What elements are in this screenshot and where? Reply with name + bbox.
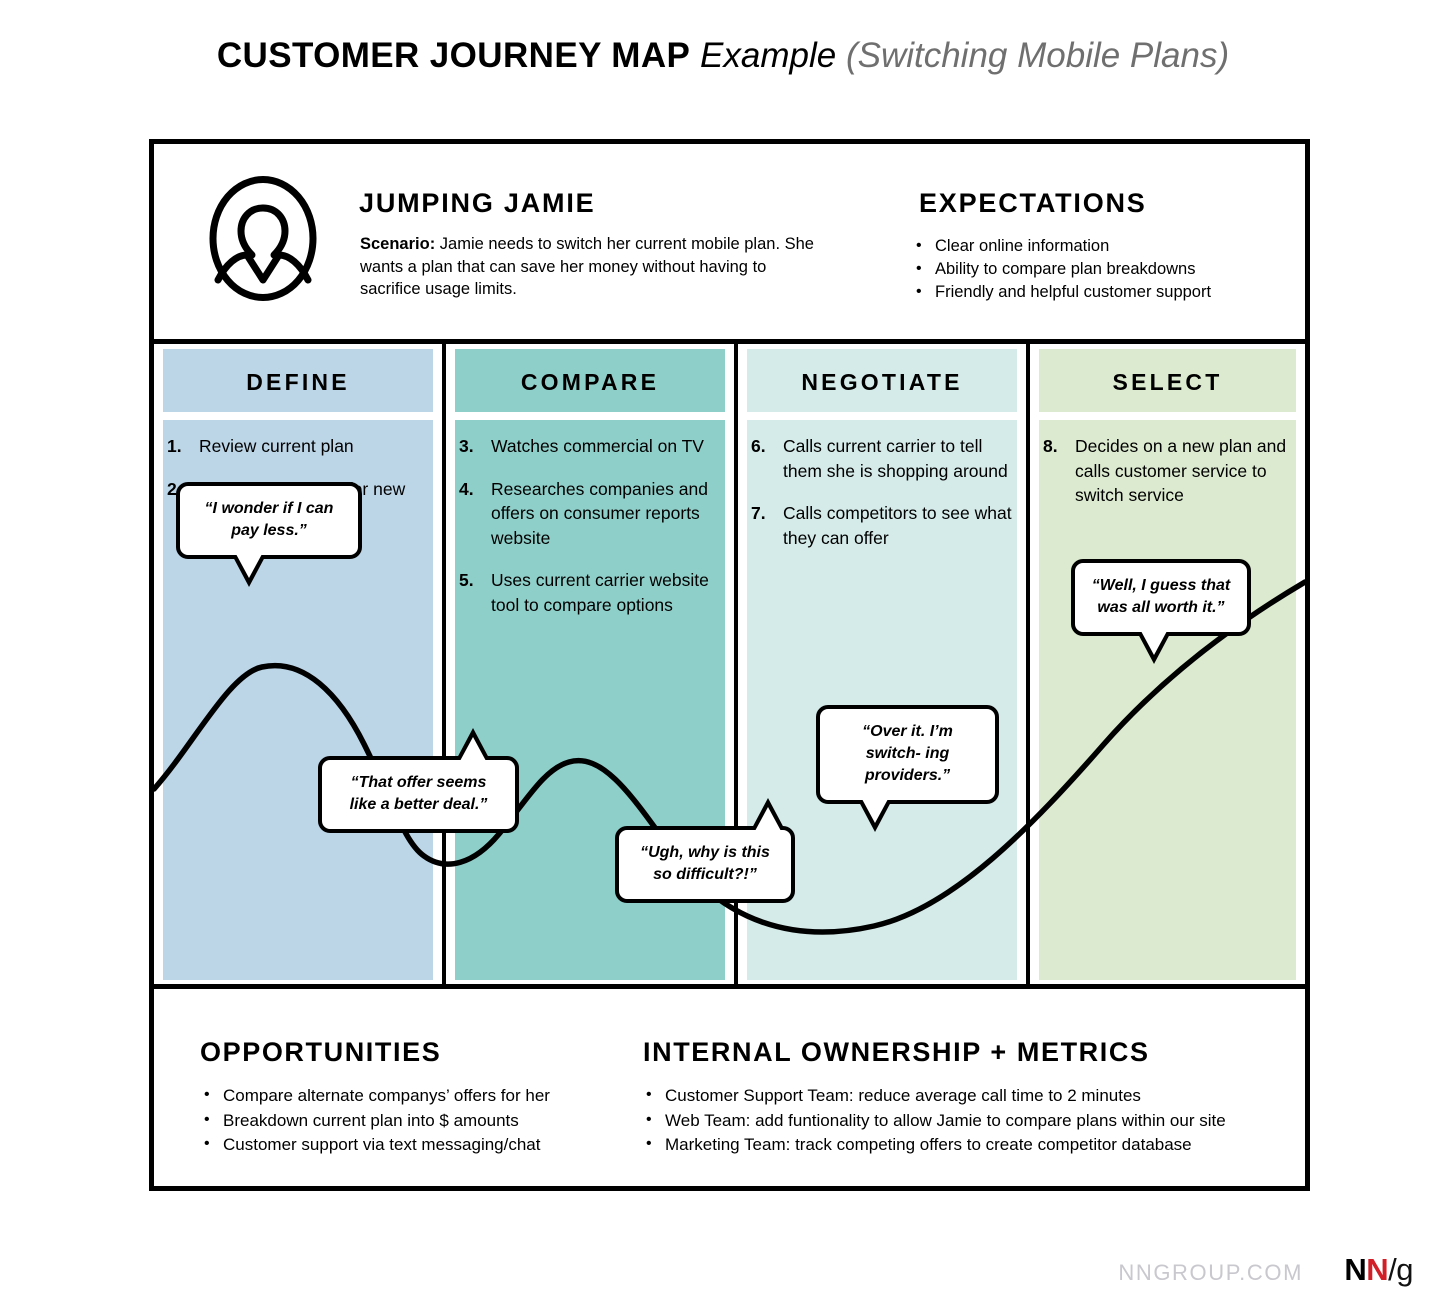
quote-text: “Ugh, why is this so difficult?!”: [640, 844, 770, 883]
step-number: 1.: [167, 436, 182, 456]
opportunities-title: OPPORTUNITIES: [200, 1037, 442, 1067]
step-text: Calls competitors to see what they can o…: [783, 503, 1012, 548]
phase-column-select[interactable]: SELECT 8. Decides on a new plan and call…: [1030, 344, 1305, 984]
journey-map-frame: JUMPING JAMIE Scenario: Jamie needs to s…: [149, 139, 1310, 1191]
persona-scenario-label: Scenario:: [360, 235, 436, 253]
list-item: Web Team: add funtionality to allow Jami…: [644, 1108, 1284, 1134]
page-footer: NNGROUP.COM NN/g: [0, 1248, 1446, 1298]
step-item: 4. Researches companies and offers on co…: [455, 477, 725, 551]
step-text: Calls current carrier to tell them she i…: [783, 436, 1008, 481]
step-item: 1. Review current plan: [163, 434, 433, 459]
quote-bubble-compare-low: “That offer seems like a better deal.”: [318, 728, 519, 833]
quote-text: “I wonder if I can pay less.”: [204, 500, 334, 539]
ownership-list: Customer Support Team: reduce average ca…: [644, 1083, 1284, 1158]
quote-text: “That offer seems like a better deal.”: [349, 774, 488, 813]
bottom-section: OPPORTUNITIES Compare alternate companys…: [154, 989, 1305, 1186]
expectations-list: Clear online information Ability to comp…: [914, 234, 1314, 304]
list-item: Ability to compare plan breakdowns: [914, 257, 1314, 281]
steps-list-negotiate: 6. Calls current carrier to tell them sh…: [747, 434, 1017, 568]
list-item: Clear online information: [914, 234, 1314, 258]
step-number: 4.: [459, 478, 474, 499]
quote-text: “Over it. I’m switch- ing providers.”: [862, 723, 953, 784]
list-item: Marketing Team: track competing offers t…: [644, 1132, 1284, 1158]
steps-list-select: 8. Decides on a new plan and calls custo…: [1039, 434, 1296, 526]
list-item: Friendly and helpful customer support: [914, 280, 1314, 304]
list-item: Customer Support Team: reduce average ca…: [644, 1083, 1284, 1109]
phase-label-compare: COMPARE: [520, 369, 660, 395]
step-number: 3.: [459, 436, 474, 456]
footer-url[interactable]: NNGROUP.COM: [1118, 1260, 1303, 1286]
logo-n-black: N: [1344, 1252, 1367, 1287]
step-number: 8.: [1043, 436, 1058, 456]
phase-column-define[interactable]: DEFINE 1. Review current plan 2. Define …: [154, 344, 442, 984]
step-text: Review current plan: [199, 436, 354, 456]
phase-label-define: DEFINE: [246, 369, 350, 395]
step-item: 3. Watches commercial on TV: [455, 434, 725, 459]
quote-bubble-compare-difficult: “Ugh, why is this so difficult?!”: [615, 798, 795, 903]
step-item: 7. Calls competitors to see what they ca…: [747, 501, 1017, 550]
page-title: CUSTOMER JOURNEY MAP Example (Switching …: [0, 34, 1446, 78]
list-item: Compare alternate companys’ offers for h…: [202, 1083, 632, 1109]
bubble-tail-inner: [862, 799, 888, 823]
phase-body-select: 8. Decides on a new plan and calls custo…: [1039, 420, 1296, 980]
step-number: 5.: [459, 570, 474, 590]
persona-name: JUMPING JAMIE: [359, 188, 596, 218]
page-title-parenthetical: (Switching Mobile Plans): [845, 36, 1230, 75]
step-text: Researches companies and offers on consu…: [491, 478, 708, 548]
ownership-title: INTERNAL OWNERSHIP + METRICS: [643, 1037, 1150, 1067]
expectations-title: EXPECTATIONS: [919, 188, 1147, 218]
list-item: Breakdown current plan into $ amounts: [202, 1108, 632, 1134]
quote-text: “Well, I guess that was all worth it.”: [1091, 577, 1231, 616]
bubble-tail-inner: [1141, 631, 1167, 655]
quote-bubble-negotiate: “Over it. I’m switch- ing providers.”: [816, 705, 999, 832]
quote-bubble-select: “Well, I guess that was all worth it.”: [1071, 559, 1251, 664]
step-number: 6.: [751, 436, 766, 456]
step-number: 7.: [751, 503, 766, 523]
logo-n-red: N: [1366, 1252, 1389, 1287]
person-avatar-icon: [209, 176, 317, 301]
step-item: 5. Uses current carrier website tool to …: [455, 568, 725, 617]
page-title-main: CUSTOMER JOURNEY MAP: [216, 36, 691, 75]
bubble-tail-inner: [236, 554, 262, 578]
steps-list-compare: 3. Watches commercial on TV 4. Researche…: [455, 434, 725, 635]
phase-header-select: SELECT: [1039, 349, 1296, 412]
list-item: Customer support via text messaging/chat: [202, 1132, 632, 1158]
nng-logo[interactable]: NN/g: [1344, 1252, 1413, 1288]
phase-label-select: SELECT: [1112, 369, 1223, 395]
logo-g: g: [1396, 1252, 1413, 1287]
step-item: 6. Calls current carrier to tell them sh…: [747, 434, 1017, 483]
persona-header-band: JUMPING JAMIE Scenario: Jamie needs to s…: [154, 144, 1305, 344]
step-text: Decides on a new plan and calls customer…: [1075, 436, 1287, 505]
bubble-tail-inner: [460, 737, 486, 761]
bubble-tail-inner: [755, 807, 781, 831]
phase-header-define: DEFINE: [163, 349, 433, 412]
phase-label-negotiate: NEGOTIATE: [801, 369, 963, 395]
step-text: Watches commercial on TV: [491, 436, 704, 456]
step-item: 8. Decides on a new plan and calls custo…: [1039, 434, 1296, 508]
opportunities-list: Compare alternate companys’ offers for h…: [202, 1083, 632, 1158]
step-text: Uses current carrier website tool to com…: [491, 570, 709, 615]
quote-bubble-define: “I wonder if I can pay less.”: [176, 482, 362, 587]
page-title-italic: Example: [700, 36, 837, 75]
persona-scenario: Scenario: Jamie needs to switch her curr…: [360, 233, 830, 301]
phase-header-compare: COMPARE: [455, 349, 725, 412]
phase-header-negotiate: NEGOTIATE: [747, 349, 1017, 412]
phase-columns-area: DEFINE 1. Review current plan 2. Define …: [151, 344, 1308, 989]
